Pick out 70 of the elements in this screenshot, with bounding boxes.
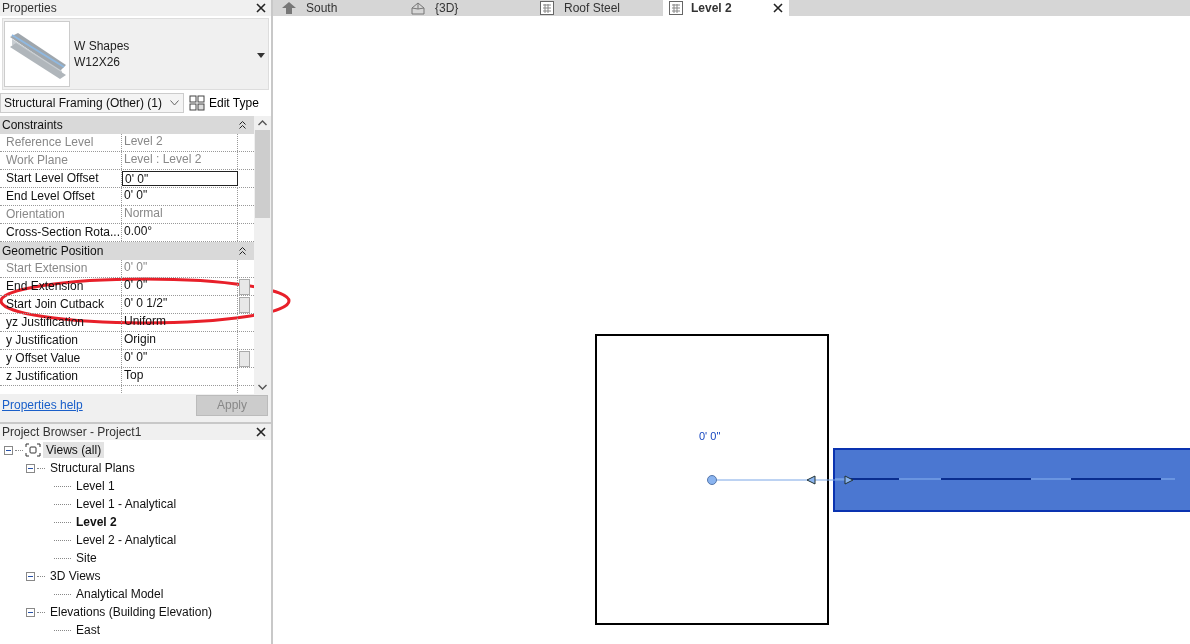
panel-title: Properties — [2, 1, 57, 15]
property-value[interactable]: Top — [122, 368, 238, 385]
collapse-icon[interactable] — [26, 463, 35, 473]
edit-type-button[interactable]: Edit Type — [189, 95, 259, 111]
property-value: 0' 0" — [122, 260, 238, 277]
dimension-label: 0' 0" — [699, 430, 721, 442]
collapse-icon[interactable] — [26, 571, 35, 581]
close-icon[interactable] — [256, 3, 266, 13]
collapse-icon[interactable] — [4, 445, 13, 455]
property-value[interactable]: 0' 0" — [122, 188, 238, 205]
property-label: y Justification — [0, 332, 122, 349]
tree-item[interactable]: Structural Plans — [47, 460, 138, 476]
view-tab[interactable]: Level 2 — [663, 0, 789, 16]
tree-item[interactable]: Site — [73, 550, 100, 566]
property-label: End Level Offset — [0, 188, 122, 205]
scroll-up-icon[interactable] — [258, 120, 267, 126]
property-value: Normal — [122, 206, 238, 223]
tree-item[interactable]: Level 1 - Analytical — [73, 496, 180, 512]
property-label: yz Justification — [0, 314, 122, 331]
section-header[interactable]: Geometric Position — [0, 242, 254, 260]
property-value[interactable]: Origin — [122, 332, 238, 349]
tree-item[interactable]: Views (all) — [43, 442, 105, 458]
column-outline[interactable] — [595, 334, 829, 625]
value-field[interactable]: 0' 0" — [122, 171, 238, 186]
close-icon[interactable] — [773, 3, 783, 13]
view-tab[interactable]: South — [276, 0, 405, 16]
tree-item[interactable]: Level 1 — [73, 478, 118, 494]
property-value: Level : Level 2 — [122, 152, 238, 169]
tree-item[interactable]: Level 2 - Analytical — [73, 532, 180, 548]
house-icon — [411, 1, 425, 15]
property-value[interactable]: 0.00° — [122, 224, 238, 241]
steel-beam-icon — [4, 21, 70, 87]
property-value[interactable]: 0' 0" — [122, 278, 238, 295]
edit-type-icon — [189, 95, 205, 111]
up-arrow-icon — [282, 2, 296, 14]
tree-item[interactable]: East — [73, 622, 103, 638]
close-icon[interactable] — [256, 427, 266, 437]
collapse-icon[interactable] — [26, 607, 35, 617]
property-label: Cross-Section Rota... — [0, 224, 122, 241]
scrollbar[interactable] — [254, 116, 271, 394]
property-value[interactable]: 0' 0 1/2" — [122, 296, 238, 313]
type-selector[interactable]: W Shapes W12X26 — [2, 18, 269, 90]
type-family: W Shapes — [74, 38, 130, 54]
property-value[interactable]: 0' 0" — [122, 350, 238, 367]
type-name: W12X26 — [74, 54, 122, 70]
tree-item[interactable]: 3D Views — [47, 568, 104, 584]
view-tab[interactable]: Roof Steel — [534, 0, 663, 16]
property-value: Level 2 — [122, 134, 238, 151]
chevron-down-icon — [170, 100, 179, 106]
dropdown-caret-icon[interactable] — [257, 53, 265, 58]
panel-title: Project Browser - Project1 — [2, 425, 142, 439]
scroll-down-icon[interactable] — [258, 384, 267, 390]
property-label: Start Join Cutback — [0, 296, 122, 313]
views-icon — [25, 443, 41, 457]
property-label: z Justification — [0, 368, 122, 385]
property-label: Work Plane — [0, 152, 122, 169]
property-label: Reference Level — [0, 134, 122, 151]
tree-item[interactable]: Elevations (Building Elevation) — [47, 604, 216, 620]
properties-help-link[interactable]: Properties help — [2, 398, 83, 412]
property-label: Start Extension — [0, 260, 122, 277]
tree-item[interactable]: Level 2 — [73, 514, 120, 530]
property-label: y Offset Value — [0, 350, 122, 367]
tree-item[interactable]: Analytical Model — [73, 586, 167, 602]
section-header[interactable]: Constraints — [0, 116, 254, 134]
collapse-icon[interactable] — [239, 121, 246, 129]
view-tab[interactable]: {3D} — [405, 0, 534, 16]
property-label: Orientation — [0, 206, 122, 223]
collapse-icon[interactable] — [239, 247, 246, 255]
category-dropdown[interactable]: Structural Framing (Other) (1) — [0, 93, 184, 113]
reference-line[interactable] — [707, 473, 855, 487]
